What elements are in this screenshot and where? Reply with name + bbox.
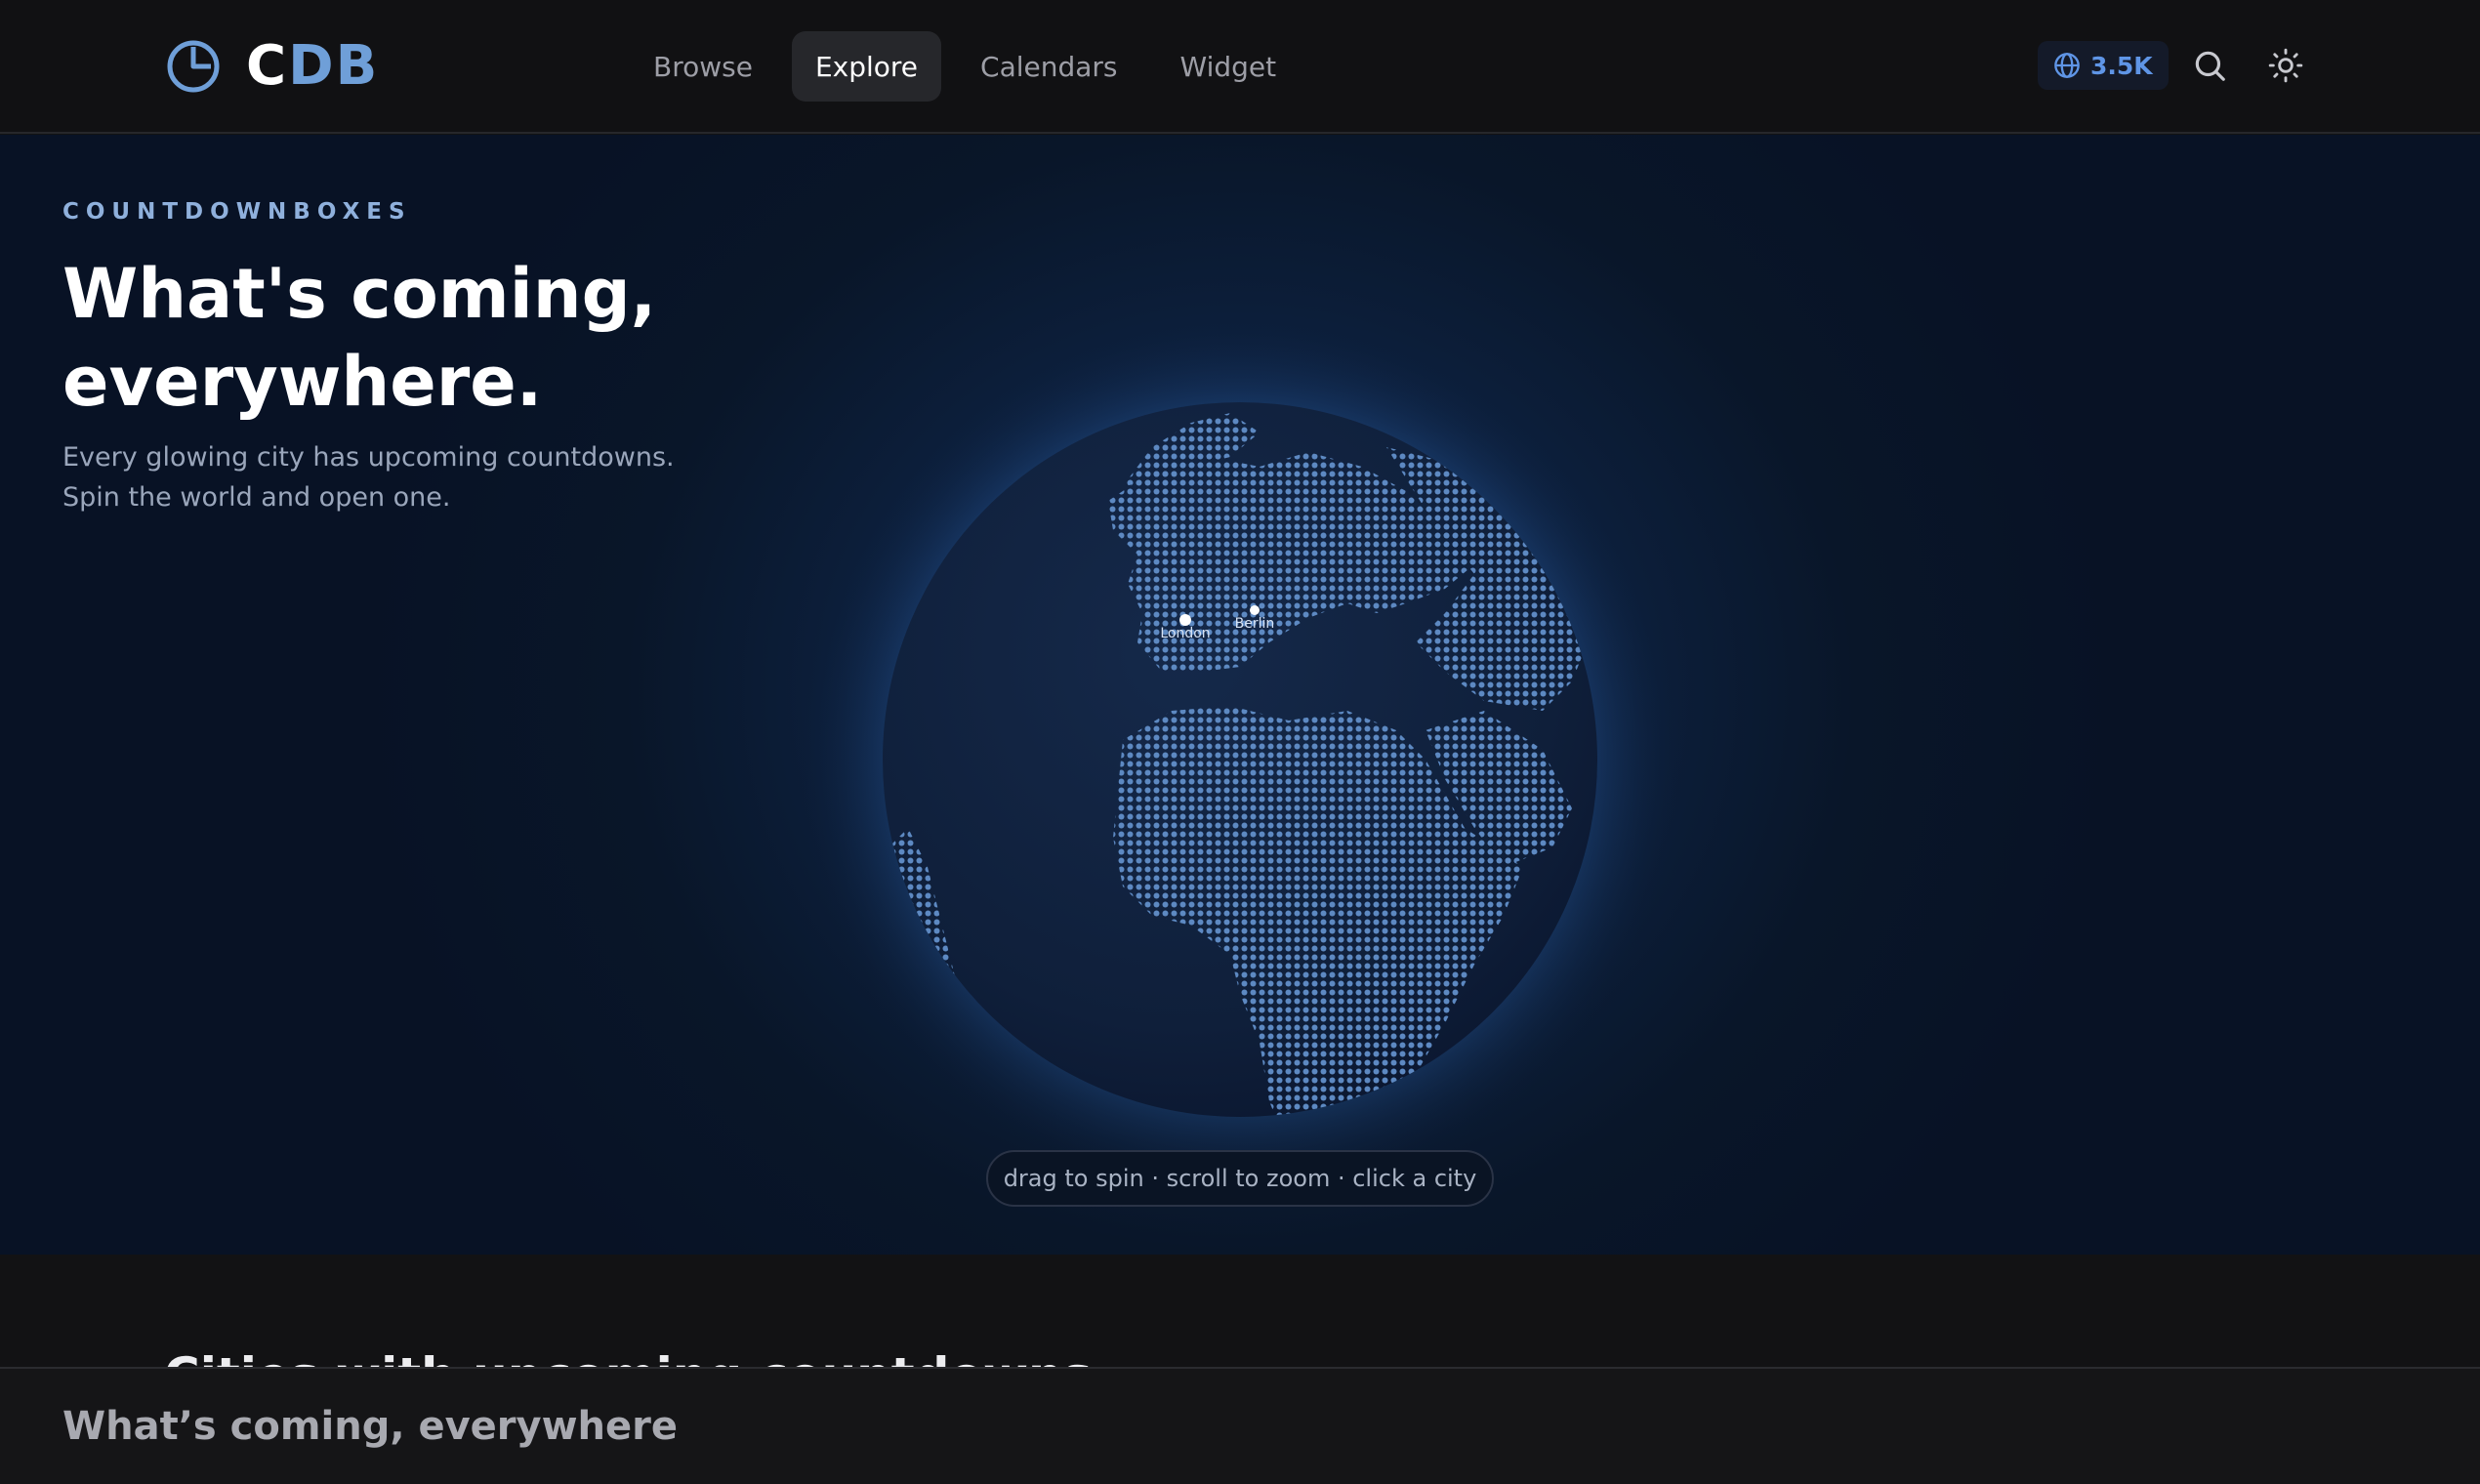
nav-calendars[interactable]: Calendars	[957, 31, 1141, 102]
clock-icon	[167, 40, 220, 93]
hero-eyebrow: COUNTDOWNBOXES	[62, 199, 412, 225]
hero-subtext: Every glowing city has upcoming countdow…	[62, 437, 805, 517]
headline-line-2: everywhere.	[62, 342, 543, 422]
logo-wordmark: CDB	[246, 34, 380, 98]
nav-browse[interactable]: Browse	[630, 31, 776, 102]
search-icon[interactable]	[2191, 47, 2228, 84]
logo[interactable]: CDB	[166, 37, 379, 96]
sticky-title: What’s coming, everywhere	[62, 1404, 678, 1449]
sticky-bar: What’s coming, everywhere	[0, 1367, 2480, 1484]
nav-widget[interactable]: Widget	[1157, 31, 1301, 102]
nav-explore[interactable]: Explore	[791, 31, 942, 102]
hero-section: COUNTDOWNBOXES What's coming, everywhere…	[0, 135, 2480, 1255]
subtext-line-2: Spin the world and open one.	[62, 482, 451, 513]
hero-headline: What's coming, everywhere.	[62, 250, 844, 426]
headline-line-1: What's coming,	[62, 254, 657, 334]
city-label-berlin: Berlin	[1235, 616, 1275, 632]
sun-icon[interactable]	[2267, 47, 2304, 84]
globe-icon	[2054, 53, 2080, 78]
city-label-london: London	[1160, 626, 1210, 641]
globe[interactable]: London Berlin	[801, 320, 1679, 1199]
main-nav: Browse Explore Calendars Widget	[630, 31, 1300, 102]
top-header: CDB Browse Explore Calendars Widget 3.5K	[0, 0, 2480, 134]
globe-hint: drag to spin · scroll to zoom · click a …	[986, 1150, 1494, 1207]
badge-count: 3.5K	[2090, 51, 2153, 80]
subtext-line-1: Every glowing city has upcoming countdow…	[62, 442, 675, 473]
countdown-count-badge[interactable]: 3.5K	[2038, 41, 2169, 90]
